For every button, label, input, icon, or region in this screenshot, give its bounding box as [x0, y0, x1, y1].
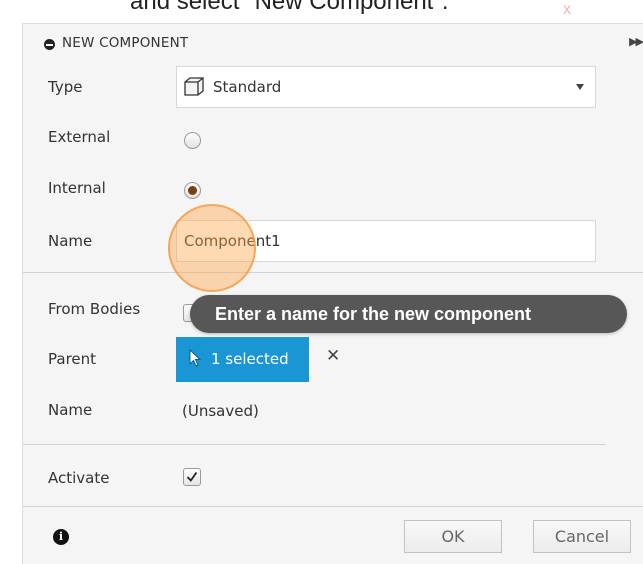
external-label: External: [48, 128, 111, 146]
saved-name-value: (Unsaved): [182, 402, 259, 420]
dialog-titlebar: NEW COMPONENT ▶▶: [23, 24, 643, 64]
double-chevron-right-icon[interactable]: ▶▶: [629, 35, 643, 48]
chevron-down-icon: [576, 84, 584, 90]
parent-label: Parent: [48, 350, 97, 368]
cancel-button[interactable]: Cancel: [533, 520, 631, 553]
checkmark-icon: [186, 471, 198, 482]
minus-circle-icon[interactable]: [44, 39, 55, 50]
ok-button[interactable]: OK: [404, 520, 502, 553]
external-radio[interactable]: [184, 132, 201, 149]
tooltip-text: Enter a name for the new component: [215, 304, 532, 324]
parent-selection-label: 1 selected: [211, 350, 289, 368]
dialog-title: NEW COMPONENT: [62, 35, 189, 51]
activate-label: Activate: [48, 469, 110, 487]
from-bodies-label: From Bodies: [48, 300, 141, 318]
name-label: Name: [48, 232, 93, 250]
section-divider: [23, 272, 643, 273]
section-divider: [23, 444, 606, 445]
footer-divider: [23, 506, 643, 507]
saved-name-label: Name: [48, 401, 93, 419]
cursor-arrow-icon: [189, 349, 202, 367]
internal-radio[interactable]: [184, 182, 201, 199]
internal-label: Internal: [48, 179, 106, 197]
instruction-caption: and select "New Component".: [130, 0, 449, 15]
type-dropdown[interactable]: Standard: [176, 66, 596, 108]
info-icon[interactable]: i: [53, 529, 69, 545]
caption-mark: x: [563, 1, 571, 18]
close-icon[interactable]: ✕: [326, 346, 340, 366]
tooltip: Enter a name for the new component: [190, 295, 627, 333]
click-highlight: [168, 204, 256, 292]
type-label: Type: [48, 78, 83, 96]
type-dropdown-value: Standard: [213, 78, 282, 96]
activate-checkbox[interactable]: [183, 468, 201, 486]
new-component-dialog: NEW COMPONENT ▶▶ Type Standard External …: [22, 23, 643, 564]
parent-select-button[interactable]: 1 selected: [176, 337, 309, 382]
cube-icon: [184, 77, 204, 96]
